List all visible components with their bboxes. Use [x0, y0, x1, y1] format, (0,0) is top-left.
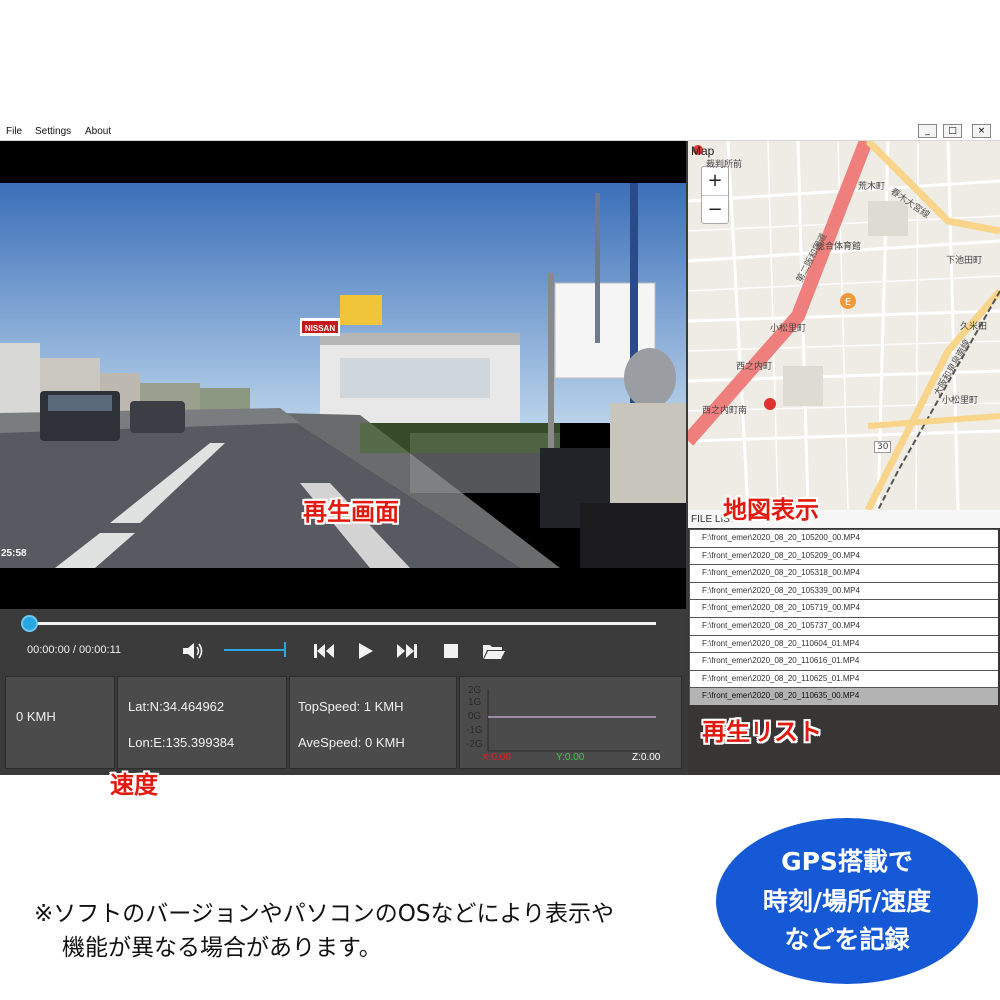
disclaimer-line-1: ※ソフトのバージョンやパソコンのOSなどにより表示や	[34, 901, 615, 927]
map-tiles: E	[688, 141, 1000, 510]
speed-callout: 速度	[110, 771, 158, 799]
file-list: F:\front_emer\2020_08_20_105200_00.MP4 F…	[689, 529, 998, 705]
seek-thumb[interactable]	[21, 615, 38, 632]
playback-screen-callout: 再生画面	[303, 498, 399, 526]
gsensor-z-value: Z:0.00	[632, 752, 661, 763]
minimize-button[interactable]: _	[918, 124, 937, 138]
file-list-item[interactable]: F:\front_emer\2020_08_20_105719_00.MP4	[689, 599, 998, 617]
play-icon[interactable]	[358, 642, 374, 660]
file-list-item[interactable]: F:\front_emer\2020_08_20_110616_01.MP4	[689, 652, 998, 670]
file-list-item[interactable]: F:\front_emer\2020_08_20_110604_01.MP4	[689, 634, 998, 653]
gsensor-x-value: X:0.00	[482, 752, 511, 763]
time-display: 00:00:00 / 00:00:11	[27, 644, 121, 656]
gps-feature-badge: GPS搭載で 時刻/場所/速度 などを記録	[716, 818, 978, 984]
position-box: Lat:N:34.464962 Lon:E:135.399384	[117, 676, 287, 769]
map-place-label: 西之内町南	[702, 406, 748, 416]
latitude-value: Lat:N:34.464962	[128, 699, 225, 714]
map-display-callout: 地図表示	[723, 496, 819, 524]
badge-line-1: GPS搭載で	[781, 847, 913, 876]
nissan-sign-text: NISSAN	[305, 324, 335, 333]
map-zoom-control: + −	[701, 166, 729, 224]
badge-line-3: などを記録	[784, 925, 910, 954]
map-place-label: 荒木町	[858, 182, 886, 192]
gsensor-box: 2G 1G 0G -1G -2G X:0.00 Y:0.00 Z:0.00	[459, 676, 682, 769]
file-list-item[interactable]: F:\front_emer\2020_08_20_105200_00.MP4	[689, 529, 998, 547]
map-place-label: 下池田町	[946, 256, 983, 266]
file-list-item[interactable]: F:\front_emer\2020_08_20_105737_00.MP4	[689, 616, 998, 635]
speed-value: 0 KMH	[16, 709, 56, 724]
top-speed-value: TopSpeed: 1 KMH	[298, 699, 404, 714]
map-place-label: 西之内町	[736, 362, 773, 372]
close-button[interactable]: ×	[972, 124, 991, 138]
file-list-item[interactable]: F:\front_emer\2020_08_20_105339_00.MP4	[689, 581, 998, 600]
file-list-item[interactable]: F:\front_emer\2020_08_20_105318_00.MP4	[689, 564, 998, 582]
map-place-label: 久米田	[960, 322, 988, 332]
disclaimer-line-2: 機能が異なる場合があります。	[62, 935, 382, 961]
open-folder-icon[interactable]	[482, 642, 506, 660]
app-window: File Settings About _ □ × NISSAN 25:58 0…	[0, 123, 1000, 775]
longitude-value: Lon:E:135.399384	[128, 735, 235, 750]
telemetry-panel: 0 KMH Lat:N:34.464962 Lon:E:135.399384 T…	[0, 672, 686, 775]
maximize-button[interactable]: □	[943, 124, 962, 138]
volume-handle[interactable]	[284, 642, 286, 657]
map-place-label: 小松里町	[770, 324, 807, 334]
stop-icon[interactable]	[444, 644, 458, 658]
volume-icon[interactable]	[181, 641, 205, 661]
speed-stats-box: TopSpeed: 1 KMH AveSpeed: 0 KMH	[289, 676, 457, 769]
average-speed-value: AveSpeed: 0 KMH	[298, 735, 405, 750]
seek-bar[interactable]	[26, 622, 656, 625]
map-place-label: 小松里町	[942, 396, 979, 406]
volume-slider[interactable]	[224, 649, 286, 651]
zoom-in-button[interactable]: +	[702, 167, 728, 195]
video-player[interactable]: NISSAN 25:58	[0, 141, 686, 609]
map-title: Map	[691, 144, 715, 158]
menu-settings[interactable]: Settings	[35, 126, 71, 137]
speed-box: 0 KMH	[5, 676, 115, 769]
menu-file[interactable]: File	[6, 126, 22, 137]
svg-text:E: E	[845, 297, 851, 308]
file-list-item[interactable]: F:\front_emer\2020_08_20_110635_00.MP4	[689, 687, 998, 705]
playlist-callout: 再生リスト	[702, 718, 822, 746]
next-icon[interactable]	[396, 643, 418, 659]
route-number-label: 30	[874, 441, 892, 453]
badge-line-2: 時刻/場所/速度	[762, 887, 932, 916]
gsensor-y-value: Y:0.00	[556, 752, 585, 763]
file-list-item[interactable]: F:\front_emer\2020_08_20_110625_01.MP4	[689, 669, 998, 688]
menu-about[interactable]: About	[85, 126, 111, 137]
video-timestamp: 25:58	[1, 548, 27, 559]
file-list-item[interactable]: F:\front_emer\2020_08_20_105209_00.MP4	[689, 546, 998, 565]
zoom-out-button[interactable]: −	[702, 195, 728, 223]
previous-icon[interactable]	[313, 643, 335, 659]
player-controls: 00:00:00 / 00:00:11	[0, 609, 686, 672]
map-place-label: 裁判所前	[706, 160, 743, 170]
map-view[interactable]: E Map + − 裁判所前 荒木町 総合体育館 下池田町 小松里町 西之内町 …	[688, 141, 1000, 510]
menu-bar: File Settings About _ □ ×	[0, 123, 1000, 141]
